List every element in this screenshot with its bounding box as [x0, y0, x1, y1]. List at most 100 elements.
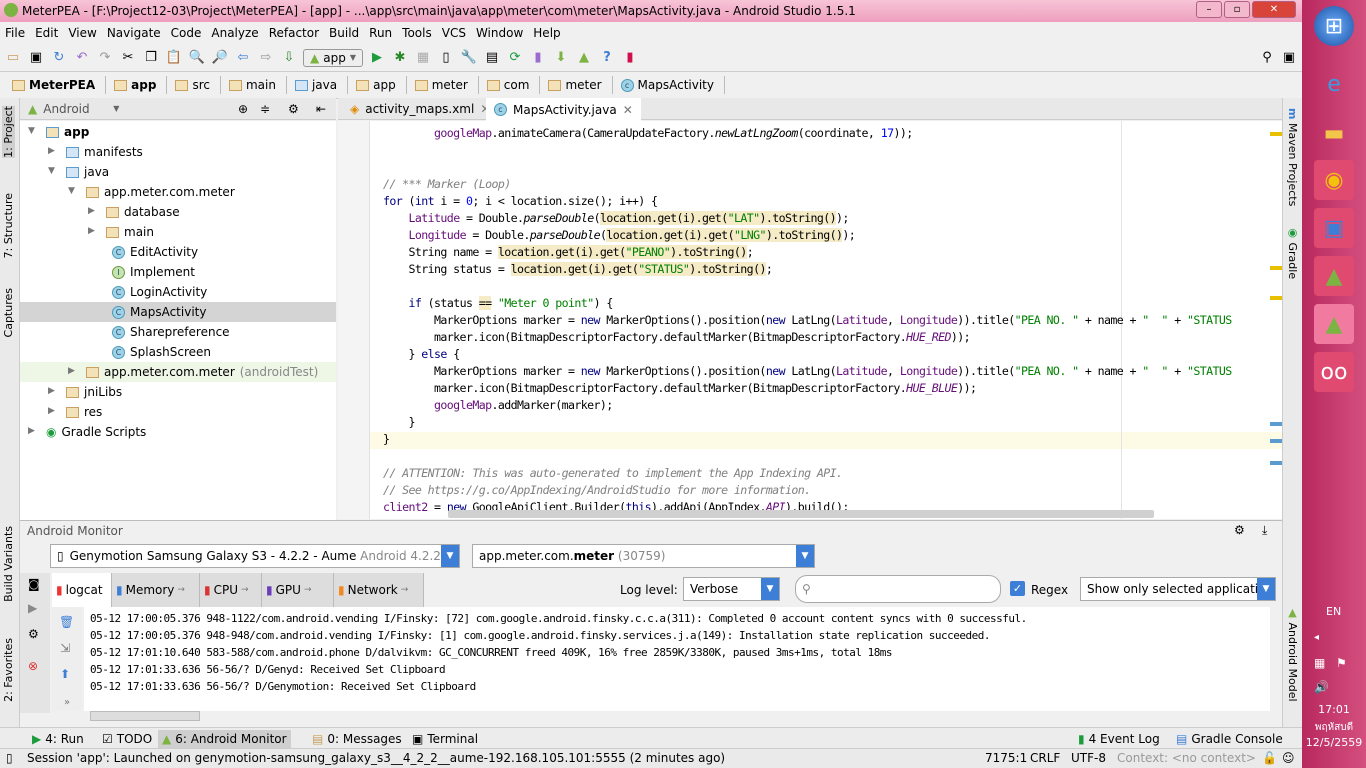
chevron-right-icon[interactable]: ▶	[88, 226, 95, 236]
pin-icon[interactable]: →	[401, 585, 409, 595]
tree-item[interactable]: jniLibs	[66, 382, 122, 402]
tree-item[interactable]: C EditActivity	[112, 242, 198, 262]
tree-item[interactable]: C Sharepreference	[112, 322, 230, 342]
copy-icon[interactable]: ❐	[142, 49, 160, 67]
system-info-icon[interactable]: ⚙	[28, 627, 39, 641]
layout-icon[interactable]: ▣	[1280, 49, 1298, 67]
show-hidden-icons[interactable]: ◂	[1314, 632, 1319, 643]
breadcrumb-item[interactable]: java	[291, 76, 349, 94]
make-project-icon[interactable]: ⇩	[280, 49, 298, 67]
tree-item[interactable]: ◉ Gradle Scripts	[46, 422, 146, 442]
tool-android-monitor[interactable]: ▲ 6: Android Monitor	[158, 730, 291, 748]
chevron-right-icon[interactable]: ▶	[48, 386, 55, 396]
menu-run[interactable]: Run	[364, 26, 397, 40]
android-device-monitor-icon[interactable]: ▲	[575, 49, 593, 67]
menu-refactor[interactable]: Refactor	[264, 26, 324, 40]
cut-icon[interactable]: ✂	[119, 49, 137, 67]
chevron-down-icon[interactable]: ▼	[28, 126, 35, 136]
sdk-manager-icon[interactable]: ▤	[483, 49, 501, 67]
horizontal-scrollbar[interactable]	[448, 510, 1154, 518]
file-explorer-icon[interactable]: ▬	[1314, 113, 1354, 153]
tree-item[interactable]: java	[66, 162, 109, 182]
device-icon[interactable]: ▯	[437, 49, 455, 67]
chevron-down-icon[interactable]: ▼	[113, 104, 119, 113]
chevron-right-icon[interactable]: ▶	[48, 146, 55, 156]
avd-manager-icon[interactable]: ▮	[529, 49, 547, 67]
paste-icon[interactable]: 📋	[165, 49, 183, 67]
chevron-right-icon[interactable]: ▶	[48, 406, 55, 416]
redo-icon[interactable]: ↷	[96, 49, 114, 67]
error-stripe-mark[interactable]	[1270, 132, 1282, 136]
gear-icon[interactable]: ⚙	[288, 102, 299, 116]
menu-help[interactable]: Help	[528, 26, 565, 40]
flag-icon[interactable]: ⚑	[1336, 656, 1347, 670]
tree-item[interactable]: C SplashScreen	[112, 342, 211, 362]
maximize-button[interactable]: ▫	[1224, 1, 1250, 18]
tab-activity-maps-xml[interactable]: ◈activity_maps.xml✕	[342, 98, 498, 120]
android-studio-active-task-icon[interactable]: ▲	[1314, 304, 1354, 344]
toggle-tool-windows-icon[interactable]: ▯	[6, 751, 13, 765]
process-select[interactable]: app.meter.com. meter (30759) ▼	[472, 544, 815, 568]
tab-network[interactable]: ▮ Network →	[334, 573, 424, 607]
search-everywhere-icon[interactable]: ⚲	[1258, 49, 1276, 67]
clock-time[interactable]: 17:01	[1302, 703, 1366, 716]
tab-logcat[interactable]: ▮ logcat	[52, 573, 112, 607]
minimize-button[interactable]: –	[1196, 1, 1222, 18]
scroll-from-source-icon[interactable]: ⊕	[238, 102, 248, 116]
file-encoding[interactable]: UTF-8	[1071, 751, 1106, 765]
error-stripe-mark[interactable]	[1270, 461, 1282, 465]
screenshot-icon[interactable]: ◙	[28, 577, 40, 591]
menu-build[interactable]: Build	[324, 26, 364, 40]
tab-gpu[interactable]: ▮ GPU →	[262, 573, 334, 607]
breadcrumb-item[interactable]: main	[225, 76, 287, 94]
hide-icon[interactable]: ⇤	[316, 102, 326, 116]
debug-icon[interactable]: ✱	[391, 49, 409, 67]
error-stripe-mark[interactable]	[1270, 439, 1282, 443]
tree-item[interactable]: main	[106, 222, 154, 242]
menu-navigate[interactable]: Navigate	[102, 26, 166, 40]
error-stripe-mark[interactable]	[1270, 266, 1282, 270]
menu-view[interactable]: View	[63, 26, 101, 40]
tree-item[interactable]: app.meter.com.meter	[86, 182, 235, 202]
caret-position[interactable]: 7175:1	[985, 751, 1027, 765]
run-config-select[interactable]: ▲ app ▼	[303, 48, 363, 67]
breadcrumb-item[interactable]: app	[352, 76, 407, 94]
clear-log-icon[interactable]: 🗑	[59, 615, 74, 629]
find-icon[interactable]: 🔍	[188, 49, 206, 67]
project-structure-icon[interactable]: 🔧	[460, 49, 478, 67]
start-button[interactable]: ⊞	[1314, 6, 1354, 46]
menu-code[interactable]: Code	[166, 26, 207, 40]
tree-item[interactable]: app.meter.com.meter (androidTest)	[86, 362, 318, 382]
sync-icon[interactable]: ↻	[50, 49, 68, 67]
menu-analyze[interactable]: Analyze	[206, 26, 263, 40]
android-studio-task-icon[interactable]: ▲	[1314, 256, 1354, 296]
menu-window[interactable]: Window	[471, 26, 528, 40]
tab-memory[interactable]: ▮ Memory →	[112, 573, 200, 607]
attach-debugger-icon[interactable]: ▦	[414, 49, 432, 67]
breadcrumb-item[interactable]: meter	[544, 76, 613, 94]
error-stripe-mark[interactable]	[1270, 296, 1282, 300]
internet-explorer-icon[interactable]: e	[1314, 64, 1354, 104]
tree-item[interactable]: C LoginActivity	[112, 282, 207, 302]
tab-maps-activity-java[interactable]: c MapsActivity.java ✕	[486, 98, 641, 121]
tree-item[interactable]: manifests	[66, 142, 143, 162]
app-icon[interactable]: ▣	[1314, 208, 1354, 248]
line-separator[interactable]: CRLF	[1030, 751, 1060, 765]
collapse-all-icon[interactable]: ≑	[260, 102, 270, 116]
chevron-down-icon[interactable]: ▼	[68, 186, 75, 196]
menu-vcs[interactable]: VCS	[437, 26, 471, 40]
breadcrumb-item[interactable]: app	[110, 76, 168, 94]
open-icon[interactable]: ▭	[4, 49, 22, 67]
menu-tools[interactable]: Tools	[397, 26, 437, 40]
logcat-search-input[interactable]: ⚲	[795, 575, 1001, 603]
breadcrumb-item[interactable]: com	[483, 76, 541, 94]
chevron-right-icon[interactable]: ▶	[88, 206, 95, 216]
hide-panel-icon[interactable]: ⤓	[1262, 523, 1267, 538]
run-icon[interactable]: ▶	[368, 49, 386, 67]
record-icon[interactable]: ▶	[28, 601, 37, 615]
language-indicator[interactable]: EN	[1326, 605, 1341, 618]
sdk-download-icon[interactable]: ⬇	[552, 49, 570, 67]
breadcrumb-item[interactable]: src	[171, 76, 221, 94]
tab-project[interactable]: 1: Project	[2, 106, 15, 158]
chrome-icon[interactable]: ◉	[1314, 160, 1354, 200]
